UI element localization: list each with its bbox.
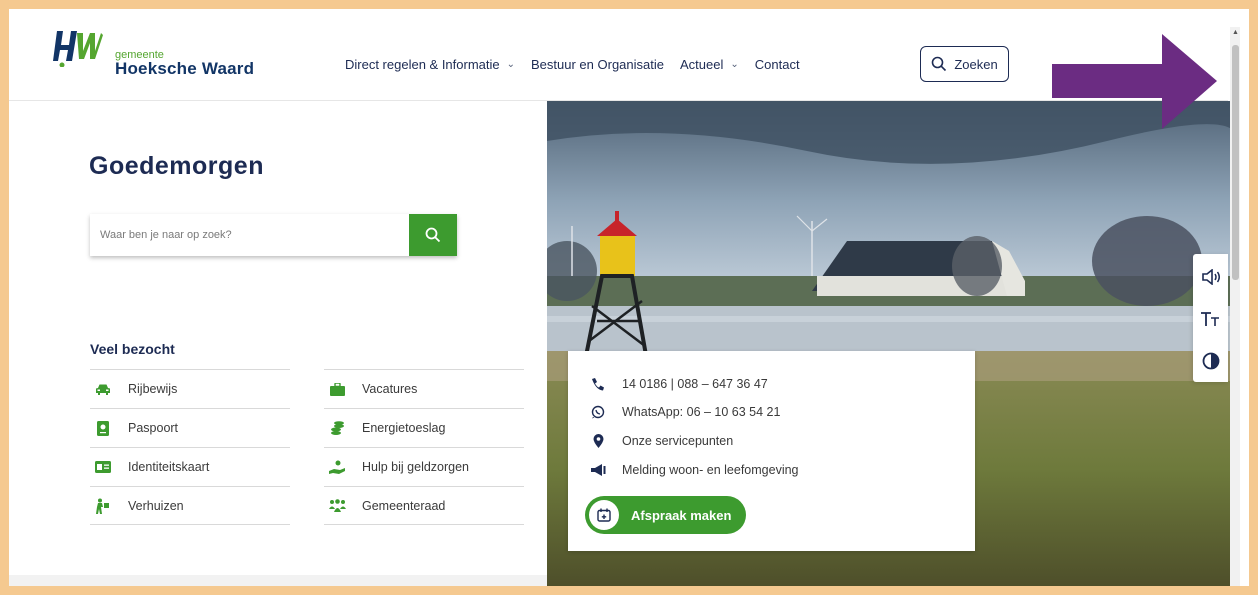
calendar-icon — [589, 500, 619, 530]
veel-bezocht-column-2: Vacatures Energietoeslag Hulp bij geldzo… — [324, 369, 524, 525]
scroll-up-icon[interactable]: ▲ — [1232, 29, 1239, 36]
whatsapp-icon — [590, 404, 606, 420]
phone-text: 14 0186 | 088 – 647 36 47 — [622, 377, 768, 391]
list-item-label: Gemeenteraad — [362, 498, 446, 513]
veel-bezocht-title: Veel bezocht — [90, 341, 175, 357]
link-verhuizen[interactable]: Verhuizen — [90, 486, 290, 525]
search-input[interactable] — [90, 214, 409, 256]
chevron-down-icon: ⌄ — [730, 59, 739, 70]
chevron-down-icon: ⌄ — [506, 59, 516, 70]
melding-link[interactable]: Melding woon- en leefomgeving — [590, 462, 799, 478]
nav-label: Bestuur en Organisatie — [531, 57, 664, 72]
passport-icon — [94, 420, 112, 436]
nav-contact[interactable]: Contact — [755, 57, 800, 72]
annotation-arrow-icon — [1052, 34, 1217, 129]
site-header: gemeente Hoeksche Waard Direct regelen &… — [9, 9, 1228, 101]
link-energietoeslag[interactable]: Energietoeslag — [324, 408, 524, 447]
melding-text: Melding woon- en leefomgeving — [622, 463, 799, 477]
link-gemeenteraad[interactable]: Gemeenteraad — [324, 486, 524, 525]
search-icon — [425, 227, 441, 243]
contact-card: 14 0186 | 088 – 647 36 47 WhatsApp: 06 –… — [568, 351, 975, 551]
servicepunten-text: Onze servicepunten — [622, 434, 734, 448]
nav-bestuur[interactable]: Bestuur en Organisatie — [531, 57, 664, 72]
link-vacatures[interactable]: Vacatures — [324, 369, 524, 408]
link-rijbewijs[interactable]: Rijbewijs — [90, 369, 290, 408]
nav-label: Direct regelen & Informatie — [345, 57, 500, 72]
nav-label: Actueel — [679, 57, 724, 72]
page-scrollbar[interactable]: ▲ — [1230, 27, 1240, 586]
phone-icon — [590, 376, 606, 392]
list-item-label: Identiteitskaart — [128, 460, 210, 474]
list-item-label: Vacatures — [362, 382, 418, 396]
nav-actueel[interactable]: Actueel ⌄ — [680, 57, 739, 72]
link-identiteitskaart[interactable]: Identiteitskaart — [90, 447, 290, 486]
logo-title[interactable]: Hoeksche Waard — [115, 59, 254, 79]
speaker-icon[interactable] — [1193, 257, 1228, 296]
main-nav: Direct regelen & Informatie ⌄ Bestuur en… — [345, 57, 816, 72]
id-card-icon — [94, 459, 112, 475]
location-pin-icon — [590, 433, 606, 449]
text-size-icon[interactable] — [1193, 299, 1228, 338]
browser-frame: gemeente Hoeksche Waard Direct regelen &… — [9, 9, 1249, 586]
search-button-label: Zoeken — [954, 56, 998, 72]
coins-icon — [328, 420, 346, 436]
car-icon — [94, 381, 112, 397]
list-item-label: Energietoeslag — [362, 421, 446, 435]
people-group-icon — [328, 498, 346, 514]
link-paspoort[interactable]: Paspoort — [90, 408, 290, 447]
list-item-label: Paspoort — [128, 421, 179, 435]
accessibility-toolbar — [1193, 254, 1228, 382]
afspraak-maken-button[interactable]: Afspraak maken — [585, 496, 746, 534]
veel-bezocht-column-1: Rijbewijs Paspoort Identiteitskaart Verh… — [90, 369, 290, 525]
list-item-label: Rijbewijs — [128, 382, 178, 396]
hw-logo-icon[interactable] — [53, 25, 103, 67]
contrast-icon[interactable] — [1193, 341, 1228, 380]
moving-person-icon — [94, 498, 112, 514]
briefcase-icon — [328, 381, 346, 397]
phone-link[interactable]: 14 0186 | 088 – 647 36 47 — [590, 376, 768, 392]
afspraak-label: Afspraak maken — [631, 507, 732, 523]
whatsapp-link[interactable]: WhatsApp: 06 – 10 63 54 21 — [590, 404, 780, 420]
footer-strip — [9, 575, 547, 586]
site-search — [90, 214, 457, 256]
whatsapp-text: WhatsApp: 06 – 10 63 54 21 — [622, 405, 781, 419]
search-submit-button[interactable] — [409, 214, 457, 256]
nav-label: Contact — [754, 57, 800, 72]
search-icon — [932, 56, 947, 72]
megaphone-icon — [590, 462, 606, 478]
scroll-thumb[interactable] — [1232, 45, 1239, 280]
servicepunten-link[interactable]: Onze servicepunten — [590, 433, 733, 449]
hand-money-icon — [328, 459, 346, 475]
link-hulp-bij-geldzorgen[interactable]: Hulp bij geldzorgen — [324, 447, 524, 486]
list-item-label: Hulp bij geldzorgen — [362, 460, 470, 474]
search-button[interactable]: Zoeken — [920, 46, 1009, 82]
page-title: Goedemorgen — [89, 152, 264, 180]
list-item-label: Verhuizen — [128, 498, 184, 513]
nav-direct-regelen[interactable]: Direct regelen & Informatie ⌄ — [345, 57, 515, 72]
